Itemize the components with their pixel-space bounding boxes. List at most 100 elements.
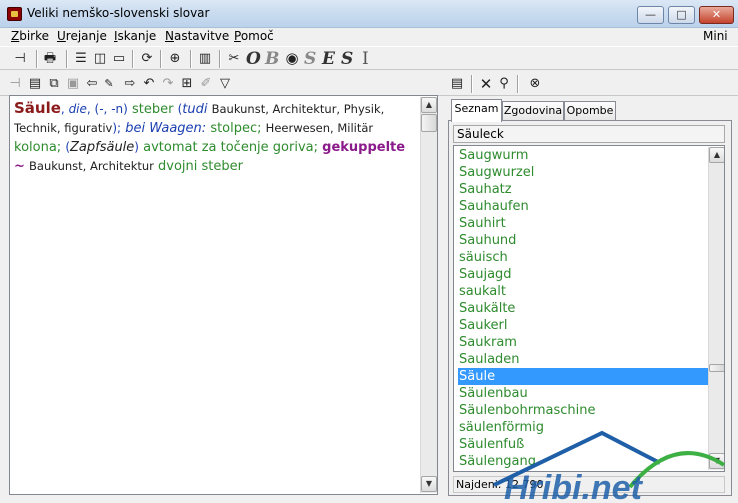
redo-icon[interactable]: ↷ [160,76,176,92]
scroll-down-button[interactable]: ▼ [709,453,724,469]
window-title: Veliki nemško-slovenski slovar [27,6,210,20]
tree-icon[interactable]: ⊞ [179,76,195,92]
list-item[interactable]: Saukram [458,334,708,351]
list-item[interactable]: Säulenbohrmaschine [458,402,708,419]
toolbar-separator [66,50,68,68]
search-input[interactable]: Säuleck [453,125,725,143]
binoculars-icon[interactable]: ⊗ [527,76,543,92]
menu-pomoc-mnemonic: P [234,29,241,43]
toolbar-separator [160,50,162,68]
list-item[interactable]: Saukerl [458,317,708,334]
letter-o-icon[interactable]: O [246,49,261,69]
toolbar-separator [190,50,192,68]
domain-labels: Baukunst, Architektur [29,159,154,173]
menu-pomoc[interactable]: Pomoč [234,29,274,43]
minimize-button[interactable]: — [637,6,664,24]
document-icon[interactable]: ▤ [27,76,43,92]
bookmark-icon[interactable]: ✎ [101,76,117,92]
list-item[interactable]: Sauhirt [458,215,708,232]
context-label: bei Waagen: [125,121,207,136]
toolbar-separator [36,50,38,68]
list-item[interactable]: Sauhund [458,232,708,249]
letter-s-outline-icon[interactable]: S [304,49,316,69]
list-item[interactable]: saukalt [458,283,708,300]
menu-nastavitve-label: astavitve [173,29,230,43]
list-item[interactable]: Säulenfuß [458,436,708,453]
pin-icon[interactable]: ⊣ [7,76,23,92]
list-scrollbar[interactable]: ▲ ▼ [708,147,724,470]
layout-rows-icon[interactable]: ☰ [73,51,89,67]
scroll-thumb[interactable] [709,364,724,372]
letter-s-icon[interactable]: S [341,49,353,69]
list-item[interactable]: Säulenbau [458,385,708,402]
entry-text: Säule, die, (-, -n) steber (tudi Baukuns… [14,99,406,174]
list-item-selected[interactable]: Säule [458,368,708,385]
list-item[interactable]: säulenförmig [458,419,708,436]
list-item[interactable]: Saujagd [458,266,708,283]
books-icon[interactable]: ▥ [197,51,213,67]
tab-opombe[interactable]: Opombe [564,101,616,121]
toolbar-separator [219,50,221,68]
help-lifebuoy-icon[interactable]: ⊕ [167,51,183,67]
menu-nastavitve[interactable]: Nastavitve [165,29,229,43]
menu-zbirke-label: birke [19,29,50,43]
back-arrow-icon[interactable]: ⇦ [84,76,100,92]
gender: die [68,102,87,116]
eye-icon[interactable]: ◉ [284,50,300,66]
paren: ) [134,140,139,154]
layout-single-icon[interactable]: ▭ [111,51,127,67]
paste-icon[interactable]: ▣ [65,76,81,92]
word-list[interactable]: Saugwurm Saugwurzel Sauhatz Sauhaufen Sa… [453,145,725,472]
list-item[interactable]: Sauhatz [458,181,708,198]
menu-iskanje[interactable]: Iskanje [114,29,156,43]
menu-zbirke-mnemonic: Z [11,29,20,43]
synonym: Zapfsäule [70,140,135,155]
menu-urejanje[interactable]: Urejanje [57,29,107,43]
translation: kolona; [14,140,62,155]
filter-icon[interactable]: ▽ [217,76,233,92]
scroll-thumb[interactable] [421,114,437,132]
list-item[interactable]: Saukälte [458,300,708,317]
list-item[interactable]: Sauhaufen [458,198,708,215]
inflection: (-, -n) [94,102,128,116]
mini-link[interactable]: Mini [703,29,728,43]
tab-zgodovina[interactable]: Zgodovina [502,101,564,121]
print-icon[interactable]: 🖶 [42,51,58,67]
pencil-icon[interactable]: ✐ [198,76,214,92]
list-toolbar: ▤ ✕ ⚲ ⊗ [444,72,738,96]
list-item[interactable]: Saugwurzel [458,164,708,181]
letter-b-icon[interactable]: B [265,49,279,69]
list-item[interactable]: Sauladen [458,351,708,368]
document-list-icon[interactable]: ▤ [449,76,465,92]
tab-seznam[interactable]: Seznam [451,99,502,122]
list-item[interactable]: Saugwurm [458,147,708,164]
scroll-up-button[interactable]: ▲ [709,147,724,163]
scroll-down-button[interactable]: ▼ [421,476,437,492]
entry-toolbar: ⊣ ▤ ⧉ ▣ ⇦ ✎ ⇨ ↶ ↷ ⊞ ✐ ▽ [0,72,444,96]
entry-panel[interactable]: Säule, die, (-, -n) steber (tudi Baukuns… [9,95,438,495]
letter-e-icon[interactable]: E [322,49,335,69]
pin-icon[interactable]: ⊣ [12,51,28,67]
maximize-button[interactable]: □ [668,6,695,24]
status-found-count: Najdeni: 12 790 [453,476,725,493]
app-icon[interactable] [7,7,22,21]
scissors-icon[interactable]: ✂ [226,51,242,67]
headword: Säule [14,99,61,117]
copy-icon[interactable]: ⧉ [46,76,62,92]
forward-arrow-icon[interactable]: ⇨ [122,76,138,92]
letter-i-icon[interactable]: I [362,49,369,69]
undo-icon[interactable]: ↶ [141,76,157,92]
delete-x-icon[interactable]: ✕ [478,76,494,92]
layout-split-icon[interactable]: ◫ [92,51,108,67]
refresh-icon[interactable]: ⟳ [139,51,155,67]
translation: steber [131,102,174,117]
list-item[interactable]: Säulengang [458,453,708,470]
list-item[interactable]: säuisch [458,249,708,266]
toolbar-separator [517,75,519,93]
close-button[interactable]: ✕ [699,6,734,24]
entry-scrollbar[interactable]: ▲ ▼ [420,97,437,493]
menu-zbirke[interactable]: Zbirke [11,29,49,43]
magnifier-icon[interactable]: ⚲ [496,76,512,92]
scroll-up-button[interactable]: ▲ [421,97,437,113]
menu-urejanje-label: rejanje [65,29,107,43]
